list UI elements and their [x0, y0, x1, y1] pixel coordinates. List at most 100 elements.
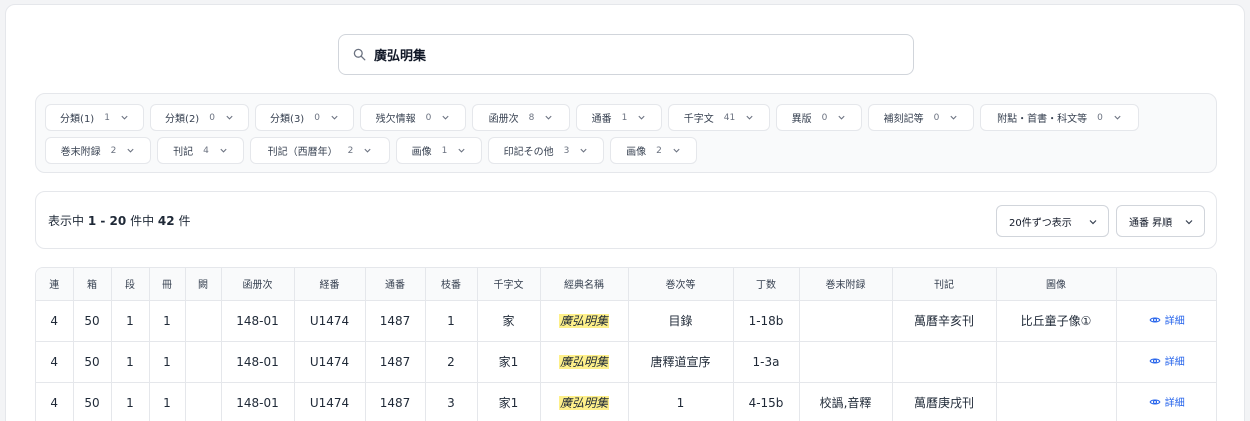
sort-value: 通番 昇順 [1129, 217, 1173, 229]
filter-count: 2 [110, 145, 117, 156]
result-total: 42 [157, 214, 175, 228]
table-cell-actions: 詳細 [1116, 382, 1216, 421]
table-cell: 50 [73, 300, 112, 342]
chevron-down-icon [220, 148, 227, 153]
filter-ihan[interactable]: 異版 0 [776, 104, 862, 131]
chevron-down-icon [1089, 220, 1097, 225]
filter-bunrui-2[interactable]: 分類(2) 0 [150, 104, 249, 131]
eye-icon [1149, 399, 1161, 405]
col-header-actions [1116, 268, 1216, 301]
filter-label: 異版 [791, 114, 812, 125]
filter-count: 2 [347, 145, 354, 156]
col-header[interactable]: 函册次 [221, 268, 295, 301]
filter-label: 分類(1) [60, 114, 95, 125]
col-header[interactable]: 千字文 [477, 268, 541, 301]
result-range-end: 20 [109, 214, 127, 228]
search-icon [353, 48, 366, 61]
table-cell: 1487 [365, 382, 426, 421]
col-header[interactable]: 巻次等 [628, 268, 734, 301]
filter-count: 0 [1097, 112, 1103, 123]
table-cell [185, 341, 222, 383]
filter-count: 8 [528, 112, 535, 123]
table-cell: U1474 [294, 382, 366, 421]
filter-futen[interactable]: 附點・首書・科文等 0 [980, 104, 1139, 131]
results-bar: 表示中 1 - 20 件中 42 件 20件ずつ表示 通番 昇順 [35, 191, 1217, 249]
col-header[interactable]: 段 [111, 268, 150, 301]
chevron-down-icon [226, 115, 233, 120]
col-header[interactable]: 連 [36, 268, 74, 301]
table-cell [799, 341, 893, 383]
table-cell: 1 [149, 341, 186, 383]
table-cell: U1474 [294, 300, 366, 342]
filter-zanketsu[interactable]: 残欠情報 0 [360, 104, 466, 131]
filter-count: 0 [821, 112, 828, 123]
detail-link[interactable]: 詳細 [1149, 312, 1185, 327]
table-cell: 148-01 [221, 300, 295, 342]
filter-label: 函册次 [488, 114, 519, 125]
filter-kansatsuji[interactable]: 函册次 8 [472, 104, 570, 131]
sort-select[interactable]: 通番 昇順 [1116, 205, 1205, 237]
col-header[interactable]: 経番 [294, 268, 366, 301]
chevron-down-icon [746, 115, 753, 120]
table-cell: 目錄 [628, 300, 734, 342]
filter-inki[interactable]: 印記その他 3 [488, 137, 604, 164]
results-table: 連 箱 段 冊 闕 函册次 経番 通番 枝番 千字文 經典名稱 巻次等 丁数 巻… [35, 267, 1217, 421]
table-cell-title: 廣弘明集 [540, 382, 629, 421]
title-highlight: 廣弘明集 [558, 314, 609, 328]
filter-gazo-1[interactable]: 画像 1 [396, 137, 482, 164]
filter-kanki-seireki[interactable]: 刊記（西暦年） 2 [250, 137, 390, 164]
filter-label: 分類(2) [165, 114, 200, 125]
per-page-select[interactable]: 20件ずつ表示 [996, 205, 1109, 237]
table-cell: U1474 [294, 341, 366, 383]
filter-count: 3 [563, 145, 570, 156]
table-cell: 4 [36, 341, 74, 383]
table-cell: 148-01 [221, 341, 295, 383]
search-input[interactable]: 廣弘明集 [338, 34, 914, 75]
col-header[interactable]: 刊記 [892, 268, 997, 301]
filter-tsuban[interactable]: 通番 1 [576, 104, 662, 131]
col-header[interactable]: 巻末附録 [799, 268, 893, 301]
col-header[interactable]: 通番 [365, 268, 426, 301]
detail-link[interactable]: 詳細 [1149, 394, 1185, 409]
table-cell: 1487 [365, 300, 426, 342]
col-header[interactable]: 箱 [73, 268, 112, 301]
table-cell: 50 [73, 382, 112, 421]
filter-kanki[interactable]: 刊記 4 [157, 137, 244, 164]
table-cell: 家 [477, 300, 541, 342]
table-cell: 校譌,音釋 [799, 382, 893, 421]
col-header[interactable]: 丁数 [733, 268, 800, 301]
col-header[interactable]: 經典名稱 [540, 268, 629, 301]
filter-bunrui-1[interactable]: 分類(1) 1 [45, 104, 144, 131]
col-header[interactable]: 冊 [149, 268, 186, 301]
chevron-down-icon [838, 115, 845, 120]
filter-senjimon[interactable]: 千字文 41 [668, 104, 770, 131]
filter-kanmatsu[interactable]: 巻末附録 2 [45, 137, 151, 164]
filter-count: 2 [656, 145, 662, 156]
filter-label: 通番 [591, 114, 612, 125]
filter-bunrui-3[interactable]: 分類(3) 0 [255, 104, 354, 131]
filter-label: 印記その他 [503, 147, 554, 158]
table-cell: 2 [425, 341, 478, 383]
filter-count: 0 [933, 112, 940, 123]
filter-hokokuki[interactable]: 補刻記等 0 [868, 104, 974, 131]
table-cell [996, 341, 1117, 383]
col-header[interactable]: 闕 [185, 268, 222, 301]
chevron-down-icon [673, 148, 680, 153]
eye-icon [1149, 358, 1161, 364]
detail-label: 詳細 [1164, 357, 1185, 369]
detail-link[interactable]: 詳細 [1149, 353, 1185, 368]
chevron-down-icon [545, 115, 552, 120]
filter-label: 附點・首書・科文等 [997, 114, 1088, 125]
table-cell: 4-15b [733, 382, 800, 421]
table-cell-title: 廣弘明集 [540, 300, 629, 342]
table-cell: 50 [73, 341, 112, 383]
table-cell: 1 [111, 300, 150, 342]
table-cell: 1-3a [733, 341, 800, 383]
table-cell: 4 [36, 382, 74, 421]
col-header[interactable]: 枝番 [425, 268, 478, 301]
filter-label: 残欠情報 [375, 114, 416, 125]
result-mid: 件中 [130, 214, 155, 228]
chevron-down-icon [580, 148, 587, 153]
col-header[interactable]: 圖像 [996, 268, 1117, 301]
filter-gazo-2[interactable]: 画像 2 [610, 137, 697, 164]
